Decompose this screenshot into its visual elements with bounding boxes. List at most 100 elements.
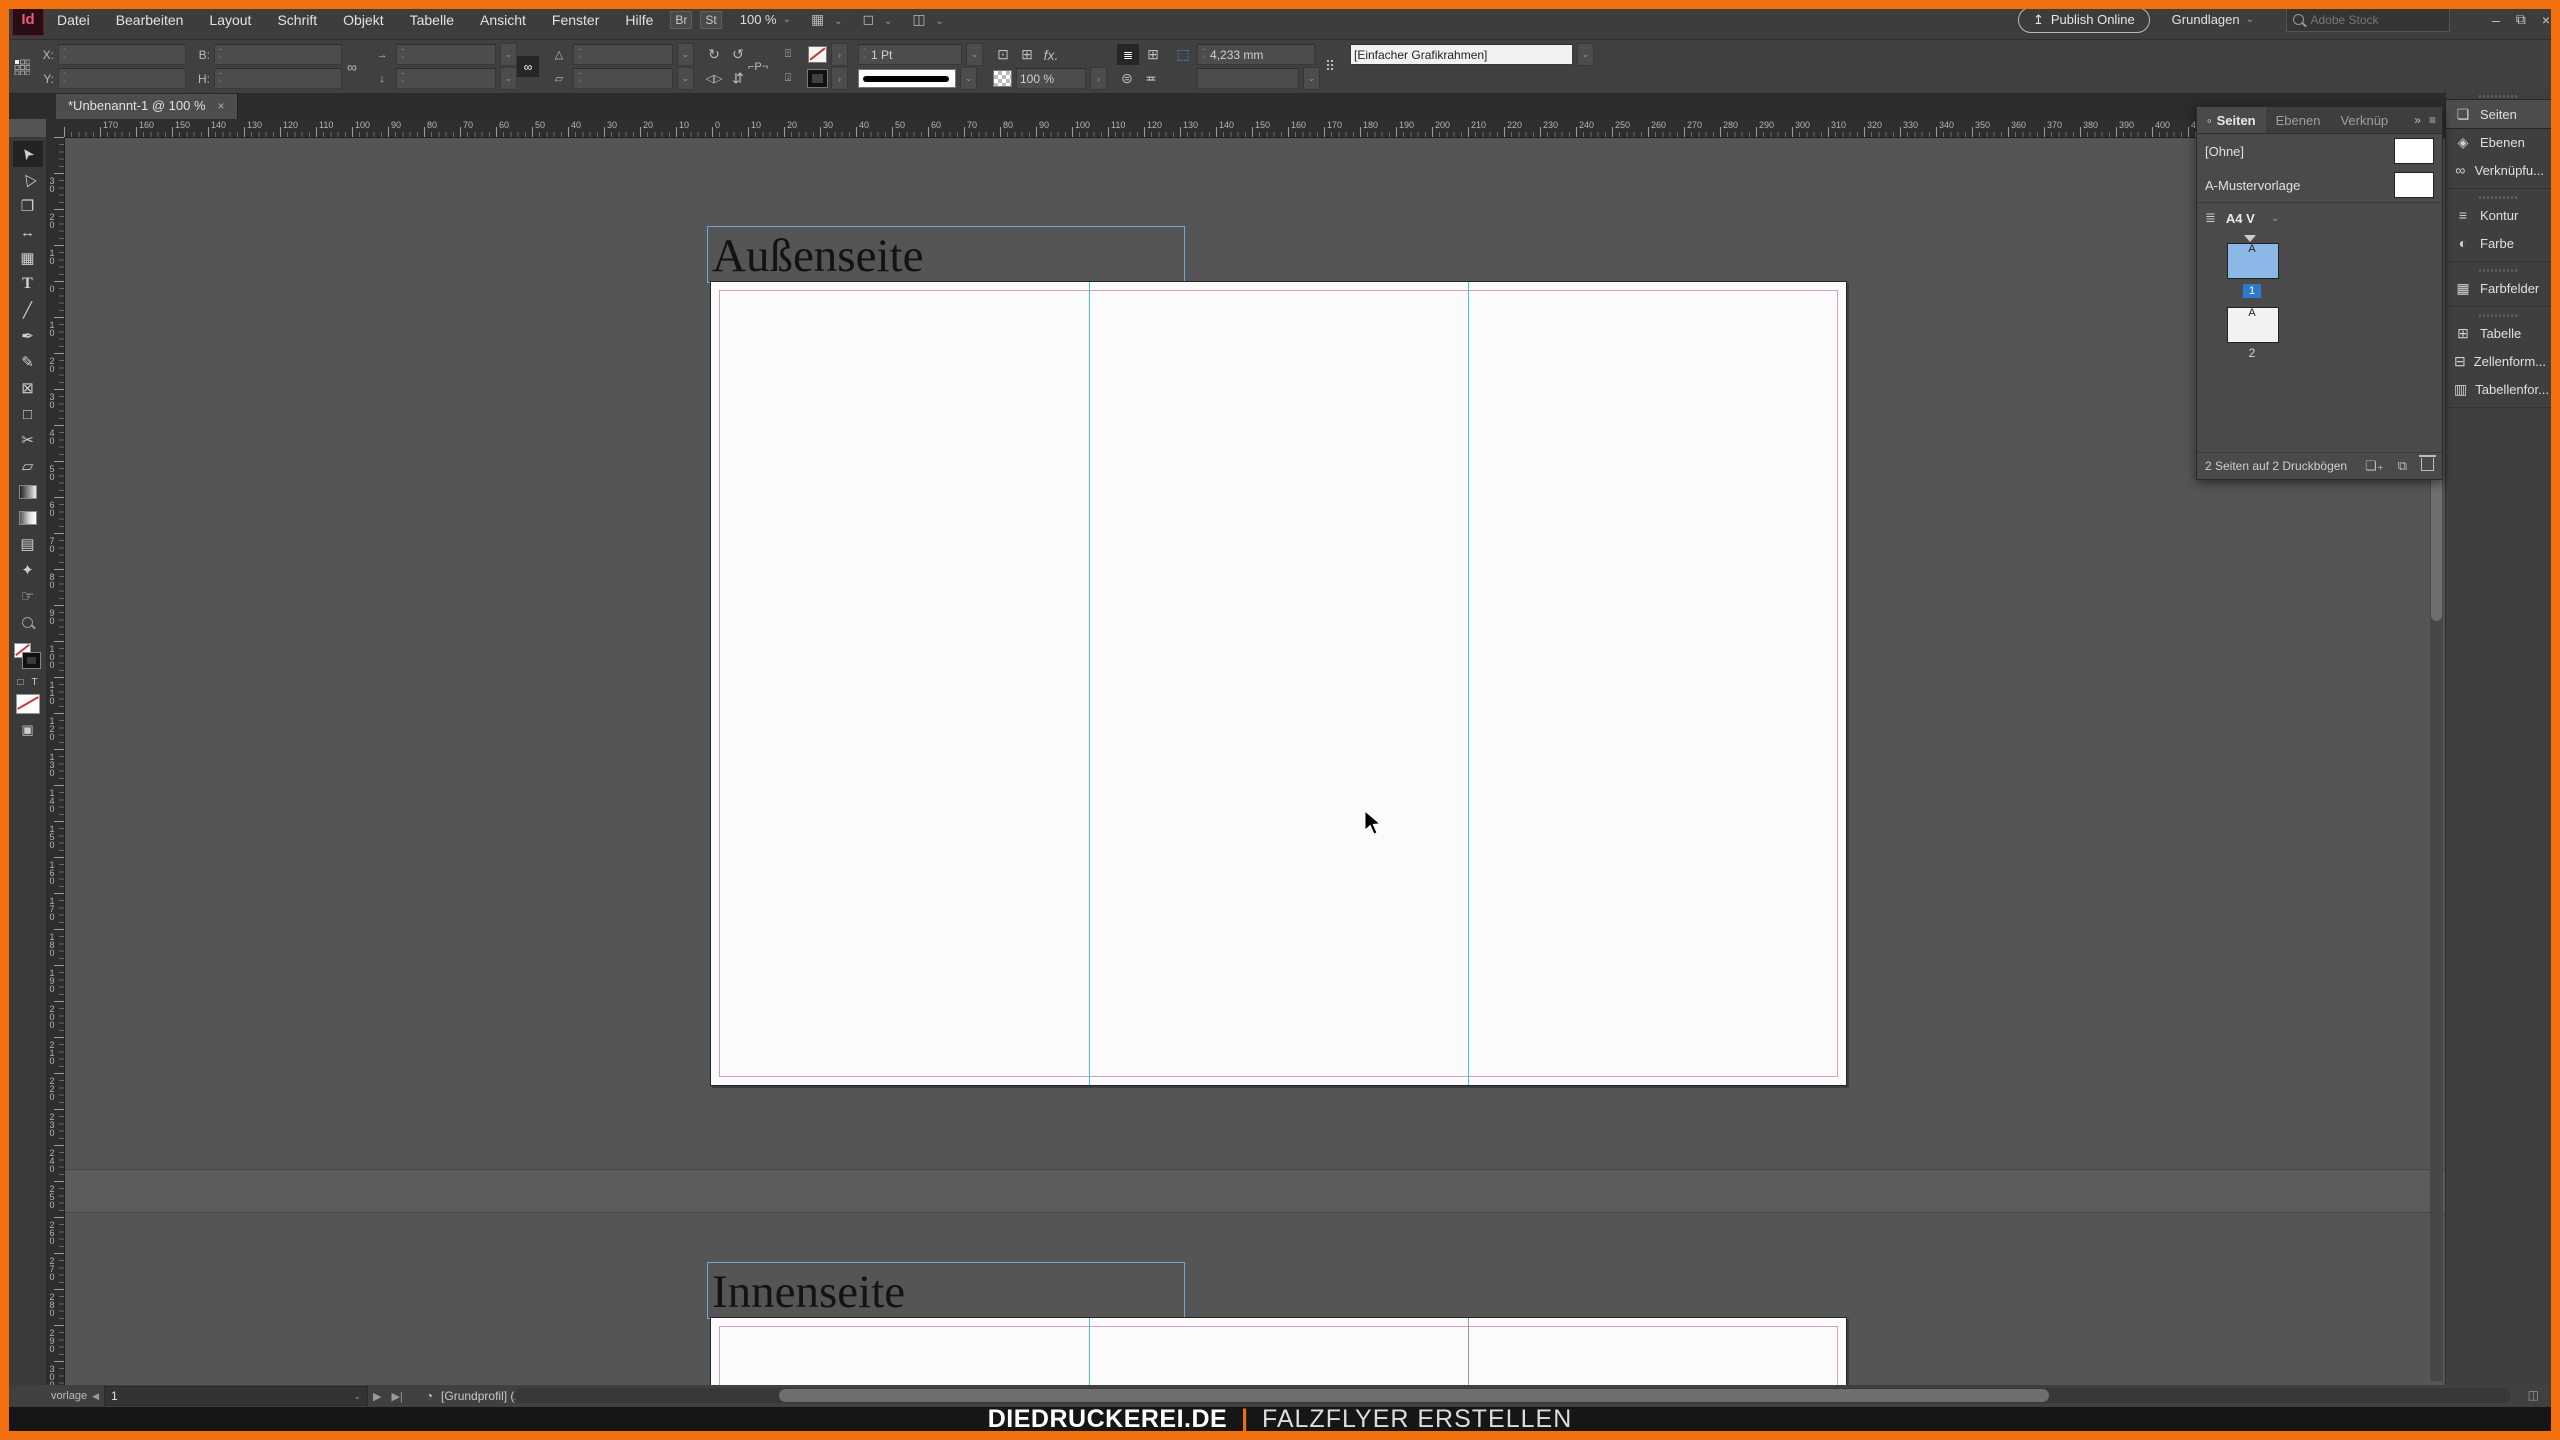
dock-drag-handle[interactable] bbox=[2446, 266, 2552, 274]
object-style-dropdown[interactable]: ⌄ bbox=[1577, 43, 1594, 66]
zoom-tool[interactable] bbox=[13, 609, 43, 635]
delete-page-icon[interactable] bbox=[2421, 458, 2434, 471]
flip-horizontal-icon[interactable]: ◁▷ bbox=[704, 72, 724, 85]
new-spread-icon[interactable]: ⧉ bbox=[2398, 458, 2407, 474]
page-2-number[interactable]: 2 bbox=[2227, 346, 2277, 360]
gradient-feather-tool[interactable] bbox=[13, 505, 43, 531]
new-page-icon[interactable]: ❏₊ bbox=[2365, 458, 2384, 474]
tab-seiten[interactable]: ◦ Seiten bbox=[2197, 107, 2266, 133]
menu-bearbeiten[interactable]: Bearbeiten bbox=[103, 5, 197, 35]
menu-objekt[interactable]: Objekt bbox=[330, 5, 396, 35]
selection-tool[interactable]: ➤ bbox=[13, 141, 43, 167]
dock-drag-handle[interactable] bbox=[2446, 92, 2552, 100]
dock-item-ebenen[interactable]: ◈Ebenen bbox=[2446, 128, 2552, 156]
menu-layout[interactable]: Layout bbox=[196, 5, 264, 35]
secondary-dropdown-field[interactable] bbox=[1197, 68, 1299, 89]
free-transform-tool[interactable]: ▱ bbox=[13, 453, 43, 479]
page-1[interactable] bbox=[710, 281, 1847, 1086]
stroke-swatch[interactable] bbox=[808, 70, 827, 87]
page-size-row[interactable]: ≣ A4 V ⌄ bbox=[2197, 202, 2442, 233]
reference-point-proxy[interactable] bbox=[14, 59, 30, 75]
menu-ansicht[interactable]: Ansicht bbox=[467, 5, 539, 35]
frame-tool[interactable]: ⊠ bbox=[13, 375, 43, 401]
scale-x-field[interactable]: ⌃⌄ bbox=[396, 44, 496, 65]
select-content-icon[interactable]: ⍗ bbox=[778, 72, 798, 85]
next-page-icon[interactable]: ▶ bbox=[373, 1390, 381, 1403]
master-a-thumbnail[interactable] bbox=[2394, 172, 2434, 198]
menu-tabelle[interactable]: Tabelle bbox=[397, 5, 467, 35]
stroke-expander[interactable]: › bbox=[831, 67, 848, 90]
rotate-ccw-icon[interactable]: ↺ bbox=[728, 46, 748, 63]
master-none-thumbnail[interactable] bbox=[2394, 138, 2434, 164]
master-none-row[interactable]: [Ohne] bbox=[2197, 134, 2442, 168]
x-field[interactable]: ⌃⌄ bbox=[58, 44, 186, 65]
previous-page-icon[interactable]: ◀ bbox=[92, 1391, 99, 1402]
stroke-proxy-swatch[interactable] bbox=[23, 653, 40, 668]
dock-item-zellenform[interactable]: ⊟Zellenform... bbox=[2446, 347, 2552, 375]
minimize-button[interactable]: – bbox=[2492, 12, 2500, 28]
menu-schrift[interactable]: Schrift bbox=[264, 5, 330, 35]
page-2-thumbnail[interactable]: A bbox=[2227, 307, 2277, 341]
preflight-icon[interactable]: ◔ bbox=[426, 1389, 433, 1403]
master-a-row[interactable]: A-Mustervorlage bbox=[2197, 168, 2442, 202]
horizontal-ruler[interactable]: 1701601501401301201101009080706050403020… bbox=[64, 119, 2445, 138]
apply-none-swatch[interactable] bbox=[16, 694, 40, 714]
stock-icon[interactable]: St bbox=[700, 11, 721, 29]
hand-tool[interactable]: ☞ bbox=[13, 583, 43, 609]
adobe-stock-search[interactable] bbox=[2286, 8, 2450, 32]
content-collector-tool[interactable]: ▦ bbox=[13, 245, 43, 271]
tab-close-icon[interactable]: × bbox=[218, 99, 225, 113]
fill-stroke-proxy[interactable] bbox=[13, 641, 43, 675]
dock-item-verknüpfu[interactable]: ∞Verknüpfu... bbox=[2446, 156, 2552, 184]
tab-ebenen[interactable]: Ebenen bbox=[2266, 107, 2331, 133]
stroke-weight-field[interactable]: ⌃⌄ 1 Pt bbox=[858, 44, 962, 65]
rotate-cw-icon[interactable]: ↻ bbox=[704, 46, 724, 63]
jump-object-icon[interactable]: ≖ bbox=[1141, 70, 1161, 87]
constrain-scale-icon[interactable]: ∞ bbox=[517, 56, 539, 77]
collapse-panel-icon[interactable]: » bbox=[2414, 113, 2421, 127]
gap-tool[interactable]: ↔ bbox=[13, 219, 43, 245]
type-tool[interactable]: T bbox=[13, 271, 43, 297]
corner-options-icon[interactable]: ⊡ bbox=[993, 46, 1013, 63]
constrain-dimensions-icon[interactable]: ∞ bbox=[342, 59, 362, 75]
restore-button[interactable]: ⧉ bbox=[2516, 11, 2526, 28]
rotation-field[interactable]: ⌃⌄ bbox=[573, 44, 673, 65]
shear-dropdown[interactable]: ⌄ bbox=[677, 67, 694, 90]
split-view-icon[interactable]: ◫ bbox=[2528, 1388, 2539, 1402]
menu-hilfe[interactable]: Hilfe bbox=[612, 5, 666, 35]
scale-y-dropdown[interactable]: ⌄ bbox=[500, 67, 517, 90]
y-field[interactable]: ⌃⌄ bbox=[58, 68, 186, 89]
pasteboard[interactable]: Außenseite Innenseite bbox=[64, 137, 2445, 1385]
line-tool[interactable]: ╱ bbox=[13, 297, 43, 323]
zoom-level[interactable]: 100 % bbox=[740, 12, 777, 27]
scale-x-dropdown[interactable]: ⌄ bbox=[500, 43, 517, 66]
page-2[interactable] bbox=[710, 1317, 1847, 1385]
width-field[interactable]: ⌃⌄ bbox=[214, 44, 342, 65]
arrange-documents-icon[interactable]: ◫ ⌄ bbox=[912, 11, 950, 28]
horizontal-scrollbar-thumb[interactable] bbox=[779, 1389, 2049, 1402]
page-1-number[interactable]: 1 bbox=[2227, 283, 2277, 298]
dock-item-tabellenfor[interactable]: ▥Tabellenfor... bbox=[2446, 375, 2552, 403]
inside-label-text-frame[interactable]: Innenseite bbox=[707, 1262, 1185, 1319]
no-text-wrap-icon[interactable]: ≣ bbox=[1117, 44, 1139, 65]
dock-drag-handle[interactable] bbox=[2446, 193, 2552, 201]
scissors-tool[interactable]: ✂ bbox=[13, 427, 43, 453]
outside-label-text-frame[interactable]: Außenseite bbox=[707, 226, 1185, 283]
object-style-field[interactable]: [Einfacher Grafikrahmen] bbox=[1350, 44, 1573, 65]
gap-field[interactable]: ⌃⌄ 4,233 mm bbox=[1197, 44, 1315, 65]
effects-icon[interactable]: fx. bbox=[1041, 47, 1061, 63]
zoom-chevron-icon[interactable]: ⌄ bbox=[783, 14, 791, 25]
direct-selection-tool[interactable]: ▷ bbox=[13, 167, 43, 193]
opacity-field[interactable]: 100 % bbox=[1016, 68, 1086, 89]
panel-menu-icon[interactable]: ≡ bbox=[2429, 113, 2436, 127]
formatting-text-icon[interactable]: T bbox=[31, 677, 37, 688]
select-container-icon[interactable]: ⍐ bbox=[778, 48, 798, 61]
text-wrap-icon[interactable]: ⊞ bbox=[1143, 46, 1163, 63]
note-tool[interactable]: ▤ bbox=[13, 531, 43, 557]
menu-datei[interactable]: Datei bbox=[44, 5, 103, 35]
document-tab[interactable]: *Unbenannt-1 @ 100 % × bbox=[56, 92, 238, 119]
opacity-dropdown[interactable]: › bbox=[1090, 67, 1107, 90]
vertical-ruler[interactable]: 3020100102030405060708090100110120130140… bbox=[46, 137, 65, 1385]
page-1-thumbnail[interactable]: A bbox=[2227, 243, 2277, 277]
dock-item-farbe[interactable]: ◐Farbe bbox=[2446, 229, 2552, 257]
